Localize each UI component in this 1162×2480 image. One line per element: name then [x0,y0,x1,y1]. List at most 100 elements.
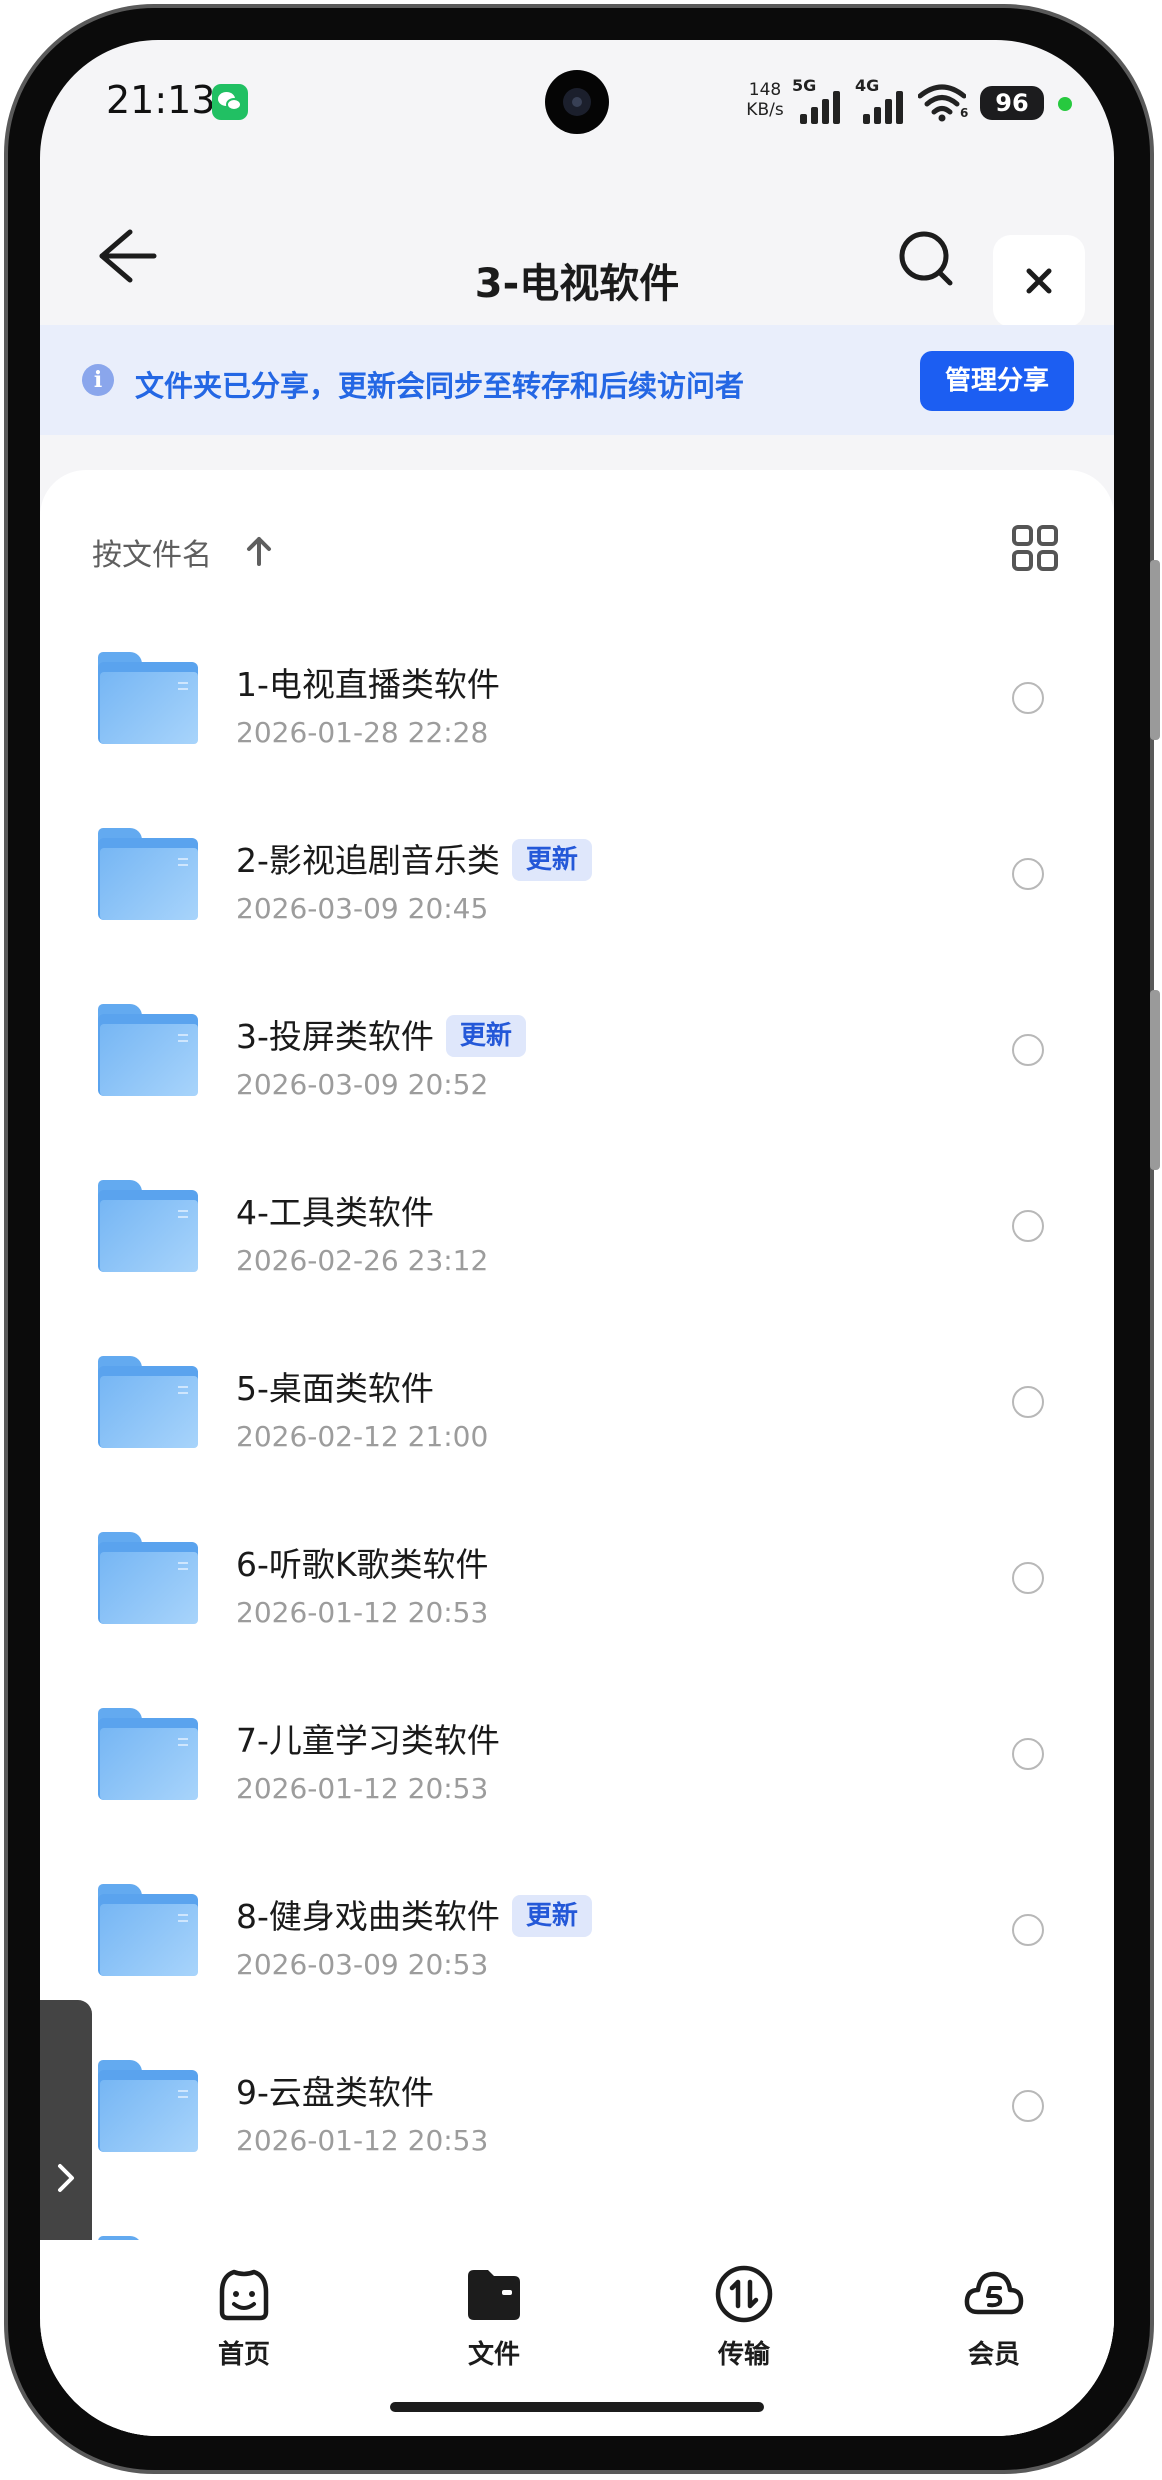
file-date: 2026-02-26 23:12 [236,1244,489,1277]
status-time: 21:13 [106,78,216,122]
front-camera [545,70,609,134]
folder-icon [98,828,198,920]
file-row[interactable]: 9-云盘类软件 2026-01-12 20:53 [40,2018,1114,2194]
update-badge: 更新 [511,1895,592,1937]
file-row-title: 9-云盘类软件 [236,2066,434,2114]
nav-transfer[interactable]: 传输 [674,2262,814,2372]
select-radio[interactable] [1012,858,1044,890]
file-date: 2026-01-12 20:53 [236,1772,489,1805]
file-name: 4-工具类软件 [236,1193,434,1232]
select-radio[interactable] [1012,2090,1044,2122]
screen: 21:13 148 KB/s 5G 4G 6 96 3-电视软件 i 文件夹已分… [40,40,1114,2436]
file-name: 7-儿童学习类软件 [236,1721,500,1760]
folder-icon [98,1708,198,1800]
file-date: 2026-03-09 20:52 [236,1068,489,1101]
folder-icon [98,652,198,744]
wifi-6-label: 6 [960,106,969,120]
folder-icon [98,1180,198,1272]
file-date: 2026-01-12 20:53 [236,1596,489,1629]
grid-view-icon[interactable] [1012,525,1062,575]
file-row[interactable]: 5-桌面类软件 2026-02-12 21:00 [40,1314,1114,1490]
folder-icon [98,1884,198,1976]
file-name: 2-影视追剧音乐类 [236,841,500,880]
volume-button [1150,560,1160,740]
file-list-panel: 按文件名 1-电视直播类软件 2026-01-28 22:28 2-影视追剧音乐类更… [40,470,1114,2436]
select-radio[interactable] [1012,1562,1044,1594]
file-row[interactable]: 8-健身戏曲类软件 更新 2026-03-09 20:53 [40,1842,1114,2018]
file-name: 1-电视直播类软件 [236,665,500,704]
file-row[interactable]: 2-影视追剧音乐类 更新 2026-03-09 20:45 [40,786,1114,962]
search-icon[interactable] [890,220,962,292]
file-date: 2026-03-09 20:45 [236,892,489,925]
chevron-right-icon [58,2164,74,2192]
share-banner: i 文件夹已分享，更新会同步至转存和后续访问者 管理分享 [40,325,1114,435]
file-row-title: 2-影视追剧音乐类 更新 [236,834,592,882]
select-radio[interactable] [1012,1386,1044,1418]
select-radio[interactable] [1012,1034,1044,1066]
transfer-icon [715,2265,773,2323]
sort-label: 按文件名 [92,538,212,573]
nav-vip-label: 会员 [967,2340,1020,2370]
close-icon [1026,268,1052,294]
nav-files[interactable]: 文件 [424,2262,564,2372]
wifi-icon [918,84,966,122]
info-icon: i [82,364,114,396]
file-name: 9-云盘类软件 [236,2073,434,2112]
app-bar: 3-电视软件 [40,190,1114,327]
status-bar: 21:13 148 KB/s 5G 4G 6 96 [40,40,1114,180]
file-row-title: 8-健身戏曲类软件 更新 [236,1890,592,1938]
share-banner-text: 文件夹已分享，更新会同步至转存和后续访问者 [135,369,745,403]
file-date: 2026-02-12 21:00 [236,1420,489,1453]
signal-5g-icon [800,90,844,124]
file-row[interactable]: 6-听歌K歌类软件 2026-01-12 20:53 [40,1490,1114,1666]
network-speed: 148 KB/s [740,80,790,120]
privacy-dot [1058,97,1072,111]
file-name: 8-健身戏曲类软件 [236,1897,500,1936]
file-row-title: 6-听歌K歌类软件 [236,1538,489,1586]
file-row[interactable]: 7-儿童学习类软件 2026-01-12 20:53 [40,1666,1114,1842]
file-date: 2026-03-09 20:53 [236,1948,489,1981]
battery-indicator: 96 [980,86,1044,120]
file-row-title: 7-儿童学习类软件 [236,1714,500,1762]
sort-ascending-arrow-icon [247,537,271,566]
smile-home-icon [219,2269,269,2321]
network-speed-unit: KB/s [746,100,784,120]
manage-share-button[interactable]: 管理分享 [920,351,1074,411]
file-date: 2026-01-12 20:53 [236,2124,489,2157]
file-row-title: 5-桌面类软件 [236,1362,434,1410]
select-radio[interactable] [1012,1738,1044,1770]
file-name: 3-投屏类软件 [236,1017,434,1056]
folder-icon [98,1532,198,1624]
file-row[interactable]: 3-投屏类软件 更新 2026-03-09 20:52 [40,962,1114,1138]
home-indicator[interactable] [390,2402,764,2412]
signal-4g-icon [863,90,907,124]
file-name: 5-桌面类软件 [236,1369,434,1408]
update-badge: 更新 [511,839,592,881]
phone-device: 21:13 148 KB/s 5G 4G 6 96 3-电视软件 i 文件夹已分… [0,0,1162,2480]
file-row-title: 4-工具类软件 [236,1186,434,1234]
wechat-notification-icon [212,84,248,120]
file-row[interactable]: 4-工具类软件 2026-02-26 23:12 [40,1138,1114,1314]
update-badge: 更新 [445,1015,526,1057]
nav-files-label: 文件 [467,2340,520,2370]
close-button[interactable] [993,235,1085,327]
file-name: 6-听歌K歌类软件 [236,1545,489,1584]
power-button [1150,990,1160,1170]
select-radio[interactable] [1012,682,1044,714]
nav-home[interactable]: 首页 [174,2262,314,2372]
select-radio[interactable] [1012,1210,1044,1242]
file-row[interactable]: 1-电视直播类软件 2026-01-28 22:28 [40,610,1114,786]
select-radio[interactable] [1012,1914,1044,1946]
folder-icon [98,2060,198,2152]
file-row-title: 1-电视直播类软件 [236,658,500,706]
nav-home-label: 首页 [217,2340,270,2370]
vip-cloud-icon [964,2271,1024,2315]
nav-vip[interactable]: 会员 [924,2262,1064,2372]
folder-icon [98,1004,198,1096]
folder-icon [98,1356,198,1448]
network-speed-value: 148 [748,80,782,100]
folder-file-icon [468,2270,520,2320]
file-date: 2026-01-28 22:28 [236,716,489,749]
sort-control[interactable]: 按文件名 [92,530,271,574]
nav-transfer-label: 传输 [717,2340,770,2370]
